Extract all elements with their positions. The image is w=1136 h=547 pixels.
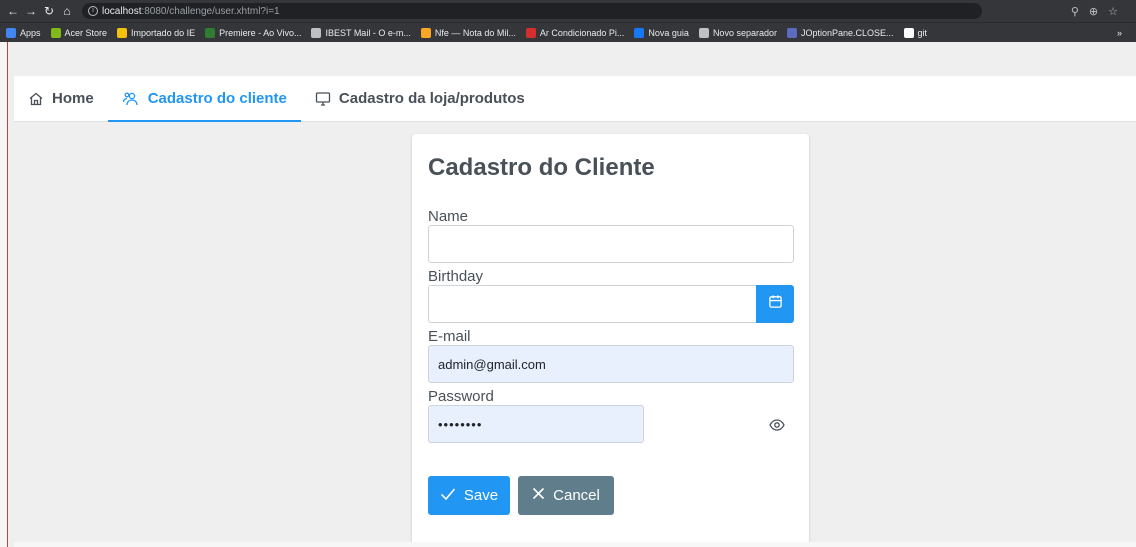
bookmark-icon (117, 27, 128, 38)
zoom-icon[interactable]: ⊕ (1089, 5, 1098, 18)
email-input[interactable] (428, 345, 794, 383)
bookmark-label: Apps (20, 27, 41, 38)
bookmark-label: Ar Condicionado Pi... (539, 27, 625, 38)
bookmark-icon (698, 27, 709, 38)
tab-menu: Home Cadastro do cliente Cadastro da loj… (14, 76, 1136, 122)
star-icon[interactable]: ☆ (1108, 5, 1118, 18)
calendar-icon (768, 294, 783, 314)
browser-address-bar: ← → ↻ ⌂ i localhost:8080/challenge/user.… (0, 0, 1136, 22)
tab-cadastro-loja-label: Cadastro da loja/produtos (338, 90, 525, 107)
bookmark-label: git (917, 27, 928, 38)
bookmark-item[interactable]: Nfe — Nota do Mil... (420, 27, 516, 38)
reload-icon[interactable]: ↻ (40, 4, 58, 18)
bookmark-icon (634, 27, 645, 38)
bookmark-label: Importado do IE (131, 27, 196, 38)
bookmark-icon (786, 27, 797, 38)
tab-home-label: Home (52, 90, 94, 107)
cancel-button[interactable]: Cancel (518, 476, 614, 515)
birthday-input[interactable] (428, 285, 757, 323)
bookmarks-bar: Apps Acer Store Importado do IE Premiere - … (0, 22, 1136, 42)
bookmark-label: Nova guia (648, 27, 689, 38)
tab-cadastro-loja[interactable]: Cadastro da loja/produtos (301, 76, 539, 121)
url-host: localhost (102, 5, 142, 17)
bookmark-item[interactable]: git (903, 27, 928, 38)
home-browser-icon[interactable]: ⌂ (58, 4, 76, 18)
bookmark-item[interactable]: Nova guia (634, 27, 689, 38)
bookmark-item[interactable]: JOptionPane.CLOSE... (786, 27, 894, 38)
name-input[interactable] (428, 225, 794, 263)
bookmarks-more-button[interactable]: » (1117, 28, 1136, 38)
bottom-strip (14, 542, 1136, 547)
client-form-card: Cadastro do Cliente Name Birthday E-mail… (412, 134, 809, 547)
bookmark-label: Novo separador (712, 27, 777, 38)
bookmark-icon (420, 27, 431, 38)
cancel-label: Cancel (553, 487, 600, 504)
tab-cadastro-cliente-label: Cadastro do cliente (147, 90, 287, 107)
page-left-edge (0, 42, 8, 547)
save-label: Save (463, 487, 499, 504)
bookmark-item[interactable]: Apps (6, 27, 41, 38)
tab-cadastro-cliente[interactable]: Cadastro do cliente (107, 76, 302, 122)
bookmark-icon (205, 27, 216, 38)
email-label: E-mail (428, 328, 471, 345)
url-field[interactable]: i localhost:8080/challenge/user.xhtml?i=… (82, 3, 982, 19)
close-icon (532, 487, 545, 504)
bookmark-icon (311, 27, 322, 38)
bookmark-item[interactable]: Novo separador (698, 27, 777, 38)
back-icon[interactable]: ← (4, 4, 22, 18)
check-icon (440, 487, 456, 505)
birthday-label: Birthday (428, 268, 484, 285)
bookmark-item[interactable]: Premiere - Ao Vivo... (205, 27, 302, 38)
bookmark-icon (525, 27, 536, 38)
bookmark-item[interactable]: IBEST Mail - O e-m... (311, 27, 411, 38)
home-icon (28, 91, 44, 107)
name-label: Name (428, 208, 469, 225)
users-icon (122, 91, 140, 107)
url-path: :8080/challenge/user.xhtml?i=1 (141, 5, 280, 17)
info-icon[interactable]: i (88, 6, 98, 16)
bookmark-item[interactable]: Importado do IE (117, 27, 196, 38)
key-icon[interactable]: ⚲ (1071, 5, 1079, 18)
password-label: Password (428, 388, 494, 405)
save-button[interactable]: Save (428, 476, 510, 515)
form-title: Cadastro do Cliente (428, 154, 655, 181)
eye-icon[interactable] (768, 416, 786, 434)
bookmark-label: IBEST Mail - O e-m... (325, 27, 411, 38)
desktop-icon (315, 91, 331, 107)
bookmark-item[interactable]: Acer Store (50, 27, 108, 38)
bookmark-icon (903, 27, 914, 38)
password-input[interactable] (428, 405, 644, 443)
calendar-button[interactable] (756, 285, 794, 323)
bookmark-label: Nfe — Nota do Mil... (434, 27, 516, 38)
tab-home[interactable]: Home (14, 76, 108, 121)
forward-icon[interactable]: → (22, 4, 40, 18)
bookmark-label: Acer Store (64, 27, 108, 38)
bookmark-item[interactable]: Ar Condicionado Pi... (525, 27, 625, 38)
bookmark-label: Premiere - Ao Vivo... (219, 27, 302, 38)
bookmark-icon (50, 27, 61, 38)
bookmark-label: JOptionPane.CLOSE... (800, 27, 894, 38)
bookmark-icon (6, 27, 16, 38)
